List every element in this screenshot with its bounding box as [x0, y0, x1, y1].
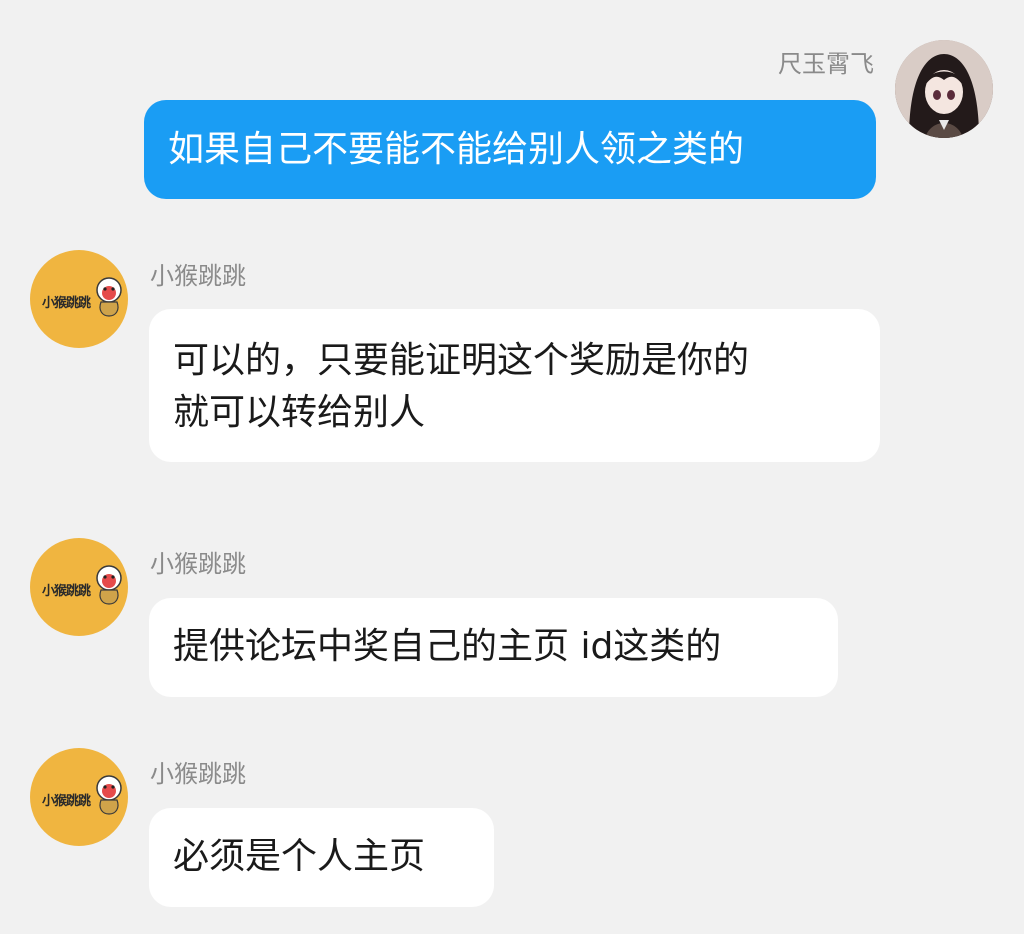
contact-avatar-icon[interactable]: 小猴跳跳: [30, 538, 128, 636]
message-text: 必须是个人主页: [173, 836, 426, 877]
sender-name: 小猴跳跳: [150, 760, 246, 788]
monkey-icon: [96, 277, 122, 317]
message-bubble-received[interactable]: 可以的，只要能证明这个奖励是你的 就可以转给别人: [149, 309, 880, 462]
message-bubble-received[interactable]: 必须是个人主页: [149, 808, 494, 907]
sender-name: 尺玉霄飞: [778, 50, 874, 78]
message-bubble-self[interactable]: 如果自己不要能不能给别人领之类的: [144, 100, 876, 199]
message-text: 可以的，只要能证明这个奖励是你的 就可以转给别人: [173, 340, 750, 433]
anime-girl-avatar-icon: [895, 40, 993, 138]
avatar-logo-text: 小猴跳跳: [42, 584, 91, 599]
contact-avatar-icon[interactable]: 小猴跳跳: [30, 748, 128, 846]
user-avatar-icon[interactable]: [895, 40, 993, 138]
message-text: 如果自己不要能不能给别人领之类的: [168, 129, 745, 170]
sender-name: 小猴跳跳: [150, 550, 246, 578]
message-text: 提供论坛中奖自己的主页 id这类的: [173, 626, 722, 667]
contact-avatar-icon[interactable]: 小猴跳跳: [30, 250, 128, 348]
avatar-logo-text: 小猴跳跳: [42, 794, 91, 809]
avatar-logo-text: 小猴跳跳: [42, 296, 91, 311]
monkey-icon: [96, 565, 122, 605]
monkey-icon: [96, 775, 122, 815]
message-bubble-received[interactable]: 提供论坛中奖自己的主页 id这类的: [149, 598, 838, 697]
sender-name: 小猴跳跳: [150, 262, 246, 290]
